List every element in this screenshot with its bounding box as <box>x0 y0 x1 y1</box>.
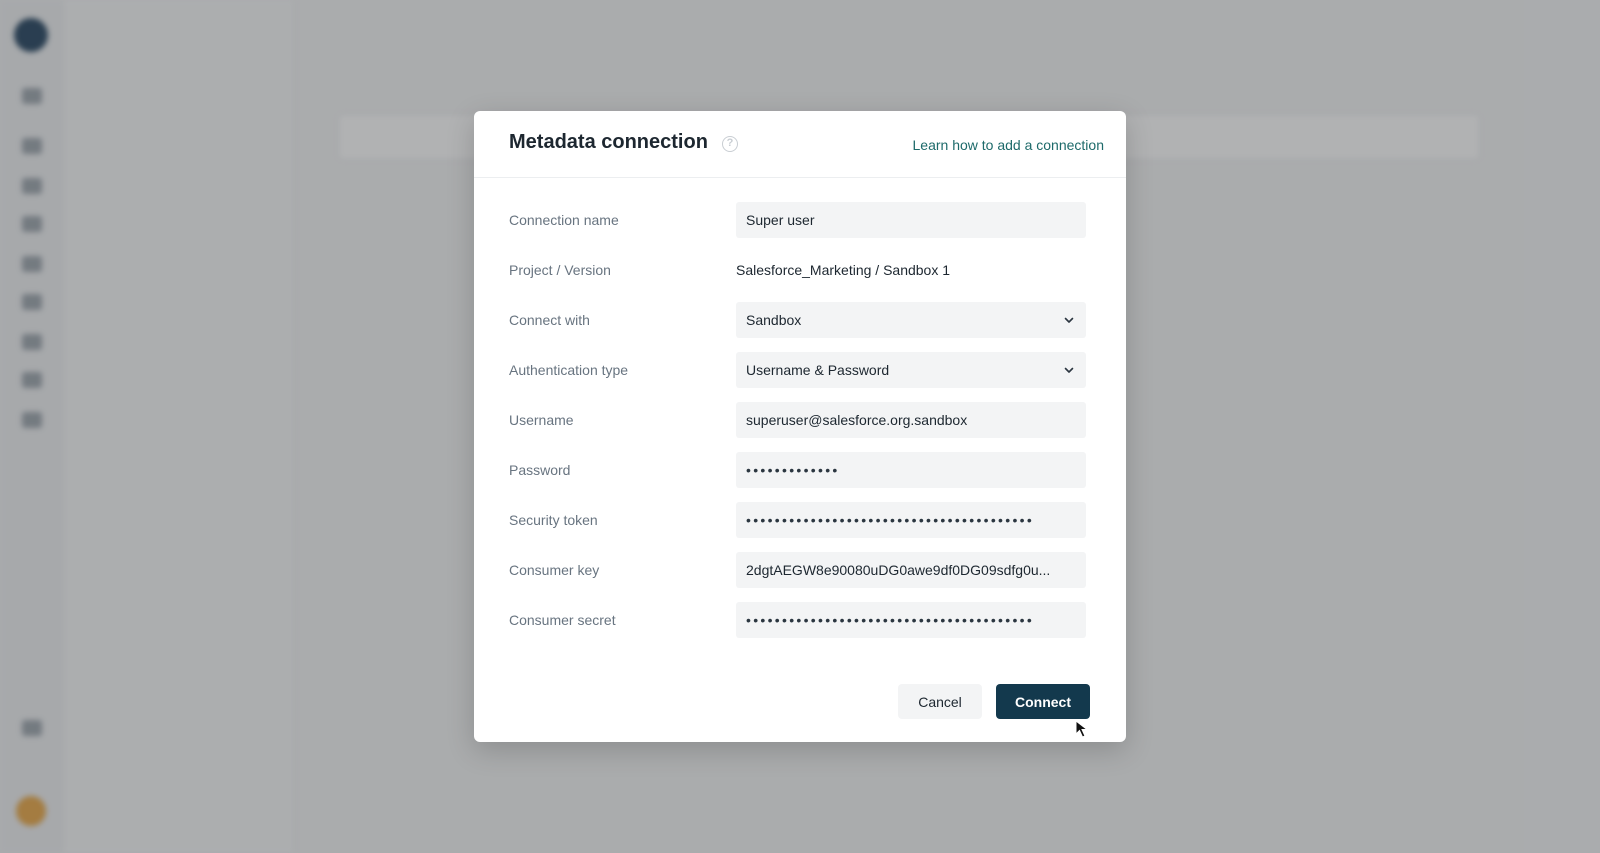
form-row-consumer-secret: Consumer secret ••••••••••••••••••••••••… <box>474 602 1126 640</box>
consumer-secret-input[interactable]: •••••••••••••••••••••••••••••••••••••••• <box>736 602 1086 638</box>
form-row-project-version: Project / Version Salesforce_Marketing /… <box>474 252 1126 290</box>
username-value: superuser@salesforce.org.sandbox <box>746 412 968 428</box>
connect-with-select[interactable]: Sandbox <box>736 302 1086 338</box>
form-row-connection-name: Connection name Super user <box>474 202 1126 240</box>
metadata-connection-dialog: Metadata connection ? Learn how to add a… <box>474 111 1126 742</box>
project-version-value: Salesforce_Marketing / Sandbox 1 <box>736 262 951 278</box>
username-label: Username <box>509 412 574 428</box>
consumer-secret-value: •••••••••••••••••••••••••••••••••••••••• <box>746 612 1035 628</box>
consumer-key-input[interactable]: 2dgtAEGW8e90080uDG0awe9df0DG09sdfg0u... <box>736 552 1086 588</box>
password-input[interactable]: ••••••••••••• <box>736 452 1086 488</box>
form-row-consumer-key: Consumer key 2dgtAEGW8e90080uDG0awe9df0D… <box>474 552 1126 590</box>
connect-with-value: Sandbox <box>746 312 802 328</box>
form-row-username: Username superuser@salesforce.org.sandbo… <box>474 402 1126 440</box>
dialog-title: Metadata connection <box>509 131 708 153</box>
project-version-label: Project / Version <box>509 262 611 278</box>
chevron-down-icon <box>1064 367 1074 373</box>
auth-type-label: Authentication type <box>509 362 629 378</box>
connect-with-label: Connect with <box>509 312 590 328</box>
password-value: ••••••••••••• <box>746 462 840 478</box>
form-row-connect-with: Connect with Sandbox <box>474 302 1126 340</box>
dialog-header: Metadata connection ? Learn how to add a… <box>474 111 1126 178</box>
form-row-password: Password ••••••••••••• <box>474 452 1126 490</box>
learn-how-link[interactable]: Learn how to add a connection <box>913 137 1104 153</box>
connection-name-value: Super user <box>746 212 815 228</box>
connect-button[interactable]: Connect <box>996 684 1090 719</box>
chevron-down-icon <box>1064 317 1074 323</box>
form-row-auth-type: Authentication type Username & Password <box>474 352 1126 390</box>
consumer-secret-label: Consumer secret <box>509 612 616 628</box>
form-row-security-token: Security token •••••••••••••••••••••••••… <box>474 502 1126 540</box>
consumer-key-label: Consumer key <box>509 562 600 578</box>
mouse-cursor-icon <box>1075 720 1089 738</box>
help-circle-icon[interactable]: ? <box>722 136 738 152</box>
connection-name-input[interactable]: Super user <box>736 202 1086 238</box>
consumer-key-value: 2dgtAEGW8e90080uDG0awe9df0DG09sdfg0u... <box>746 562 1051 578</box>
password-label: Password <box>509 462 571 478</box>
cancel-button[interactable]: Cancel <box>898 684 982 719</box>
auth-type-value: Username & Password <box>746 362 890 378</box>
auth-type-select[interactable]: Username & Password <box>736 352 1086 388</box>
security-token-label: Security token <box>509 512 598 528</box>
connection-name-label: Connection name <box>509 212 619 228</box>
username-input[interactable]: superuser@salesforce.org.sandbox <box>736 402 1086 438</box>
security-token-input[interactable]: •••••••••••••••••••••••••••••••••••••••• <box>736 502 1086 538</box>
security-token-value: •••••••••••••••••••••••••••••••••••••••• <box>746 512 1035 528</box>
